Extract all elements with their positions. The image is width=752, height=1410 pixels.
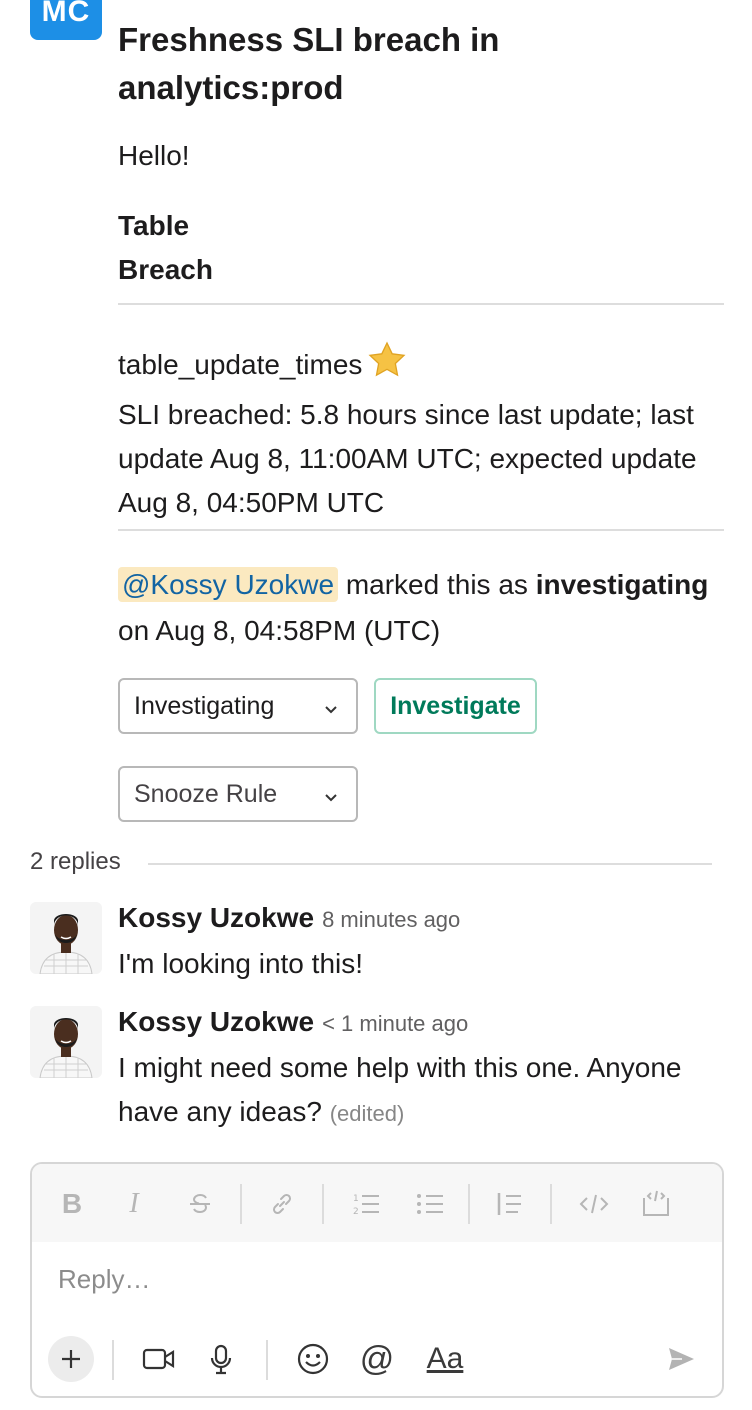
sender-avatar[interactable]: MC (30, 0, 102, 40)
bulleted-list-icon[interactable] (412, 1186, 448, 1222)
toolbar-divider (240, 1184, 242, 1224)
avatar[interactable] (30, 902, 102, 974)
reply-header: Kossy Uzokwe 8 minutes ago (118, 898, 460, 940)
reply-text: I'm looking into this! (118, 948, 364, 979)
avatar[interactable] (30, 1006, 102, 1078)
toolbar-divider (322, 1184, 324, 1224)
chevron-down-icon (322, 696, 340, 725)
svg-text:1: 1 (353, 1194, 359, 1204)
marked-on: on Aug 8, 04:58PM (UTC) (118, 615, 441, 646)
reply-composer: B I 12 Reply… @ Aa (30, 1162, 724, 1398)
edited-label: (edited) (329, 1101, 405, 1126)
toolbar-divider (112, 1340, 114, 1380)
status-line: @Kossy Uzokwe marked this as investigati… (118, 562, 724, 654)
replies-count[interactable]: 2 replies (30, 848, 121, 876)
reply-timestamp[interactable]: 8 minutes ago (322, 907, 460, 932)
svg-text:2: 2 (353, 1207, 359, 1217)
status-select-value: Investigating (134, 691, 275, 720)
italic-icon[interactable]: I (116, 1186, 152, 1222)
link-icon[interactable] (264, 1186, 300, 1222)
reply-text: I might need some help with this one. An… (118, 1046, 724, 1136)
video-icon[interactable] (136, 1336, 182, 1382)
send-icon[interactable] (658, 1336, 704, 1382)
strikethrough-icon[interactable] (182, 1186, 218, 1222)
code-block-icon[interactable] (638, 1186, 674, 1222)
greeting-text: Hello! (118, 140, 190, 171)
snooze-select[interactable]: Snooze Rule (118, 766, 358, 822)
blockquote-icon[interactable] (492, 1186, 528, 1222)
replies-divider (148, 863, 712, 865)
mention-icon[interactable]: @ (354, 1336, 400, 1382)
snooze-select-value: Snooze Rule (134, 779, 278, 808)
breach-details: table_update_times SLI breached: 5.8 hou… (118, 340, 724, 525)
composer-actions: @ Aa (32, 1324, 722, 1396)
emoji-icon[interactable] (290, 1336, 336, 1382)
reply-author[interactable]: Kossy Uzokwe (118, 1006, 314, 1037)
reply-header: Kossy Uzokwe < 1 minute ago (118, 1002, 468, 1044)
label-breach: Breach (118, 254, 213, 285)
marked-text: marked this as (338, 569, 536, 600)
reply-input[interactable]: Reply… (58, 1264, 150, 1295)
bold-icon[interactable]: B (54, 1186, 90, 1222)
formatting-toolbar: B I 12 (32, 1164, 722, 1242)
divider (118, 303, 724, 305)
breach-summary: SLI breached: 5.8 hours since last updat… (118, 399, 697, 518)
plus-icon[interactable] (48, 1336, 94, 1382)
chevron-down-icon (322, 784, 340, 813)
user-mention[interactable]: @Kossy Uzokwe (118, 567, 339, 602)
message-title: Freshness SLI breach in analytics:prod (118, 21, 500, 106)
investigate-button[interactable]: Investigate (374, 678, 537, 734)
microphone-icon[interactable] (198, 1336, 244, 1382)
formatting-icon[interactable]: Aa (416, 1336, 474, 1382)
toolbar-divider (266, 1340, 268, 1380)
field-labels: Table Breach (118, 204, 724, 292)
table-name: table_update_times (118, 349, 363, 380)
reply-timestamp[interactable]: < 1 minute ago (322, 1011, 468, 1036)
divider (118, 529, 724, 531)
label-table: Table (118, 210, 190, 241)
toolbar-divider (468, 1184, 470, 1224)
status-select[interactable]: Investigating (118, 678, 358, 734)
toolbar-divider (550, 1184, 552, 1224)
star-icon (366, 340, 408, 393)
code-icon[interactable] (576, 1186, 612, 1222)
ordered-list-icon[interactable]: 12 (348, 1186, 384, 1222)
status-word: investigating (535, 569, 709, 600)
reply-author[interactable]: Kossy Uzokwe (118, 902, 314, 933)
